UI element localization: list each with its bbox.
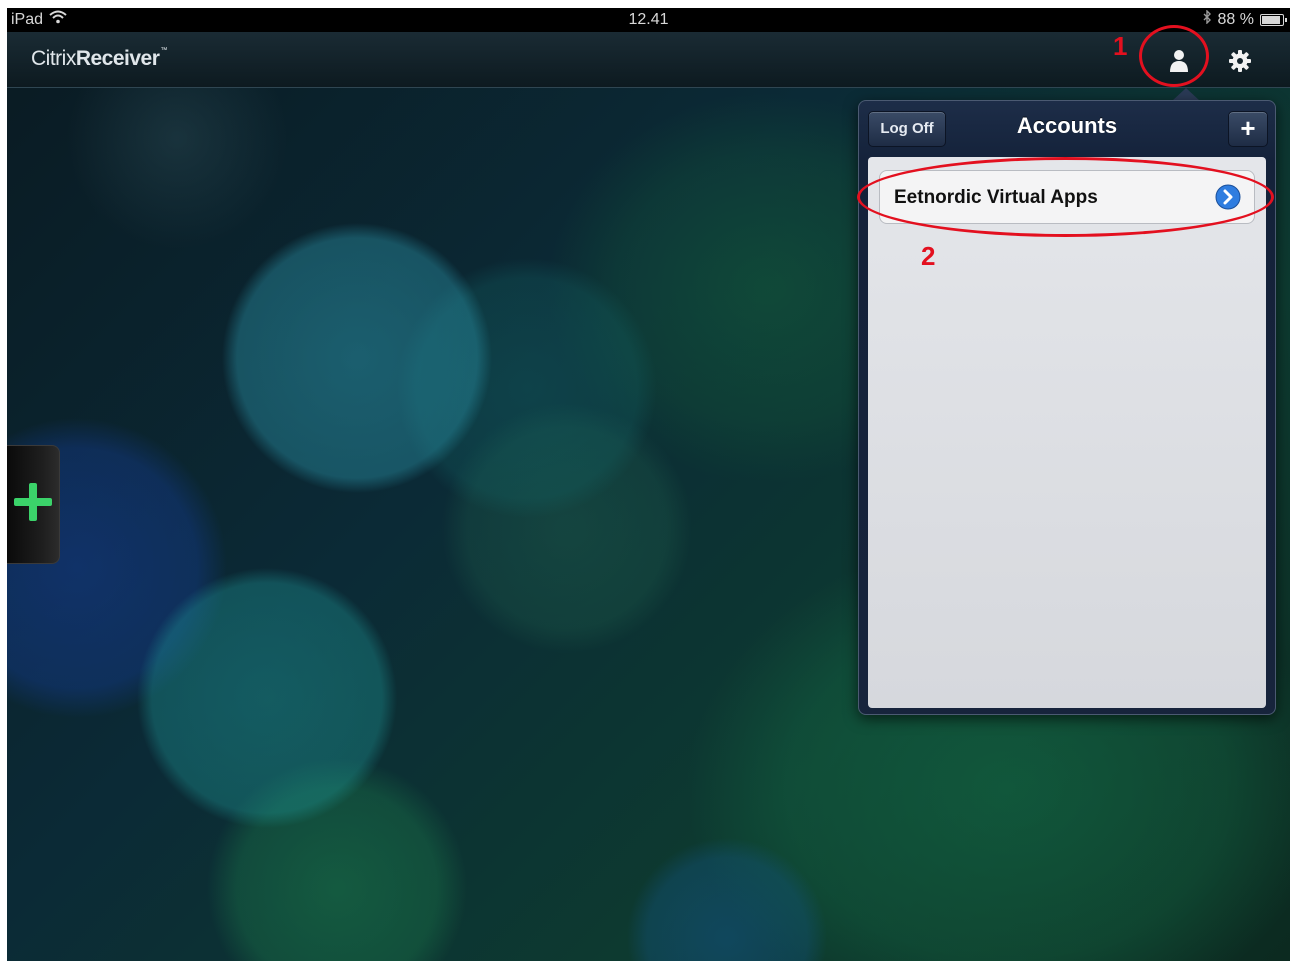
battery-fill [1262,16,1280,24]
battery-icon [1260,14,1287,26]
battery-text: 88 % [1217,11,1254,28]
add-account-button[interactable]: + [1228,111,1268,147]
annotation-label-2: 2 [921,241,936,271]
add-icon [11,480,55,529]
bluetooth-icon [1202,8,1212,32]
status-time: 12.41 [628,11,669,28]
status-bar: iPad 12.41 88 % [7,8,1290,32]
logo-receiver: Receiver [75,47,160,70]
settings-button[interactable] [1225,48,1255,78]
annotation-label-1: 1 [1113,31,1128,61]
app-logo: CitrixReceiver™ [31,47,167,71]
annotation-ellipse-2 [857,157,1274,237]
add-app-tab[interactable] [7,445,60,564]
logo-citrix: Citrix [31,47,76,70]
ipad-screen: iPad 12.41 88 % CitrixReceiver™ Accounts… [7,8,1290,961]
popover-header: Accounts Log Off + [859,101,1275,153]
annotation-circle-1 [1139,25,1209,87]
accounts-list: Eetnordic Virtual Apps [868,157,1266,708]
log-off-button[interactable]: Log Off [868,111,946,147]
logo-trademark: ™ [160,47,167,54]
gear-icon [1228,49,1252,78]
app-bar: CitrixReceiver™ [7,32,1290,88]
